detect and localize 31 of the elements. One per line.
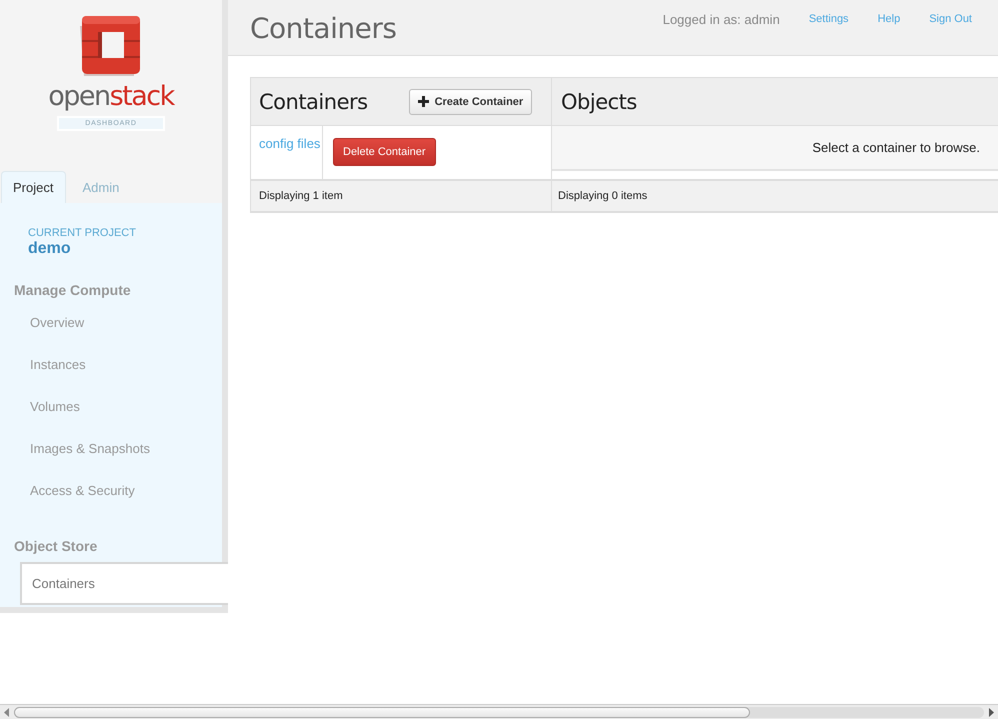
nav-item[interactable]: Instances <box>0 346 86 383</box>
nav-item[interactable]: Images & Snapshots <box>0 430 150 467</box>
table-footer: Displaying 0 items <box>552 181 998 212</box>
sidebar-tab[interactable]: Admin <box>66 171 134 203</box>
table-footer: Displaying 1 item <box>251 181 551 212</box>
openstack-wordmark: openstack <box>48 82 174 112</box>
plus-icon <box>418 96 429 107</box>
header-link[interactable]: Help <box>878 13 900 25</box>
scrollbar-thumb[interactable] <box>14 706 750 718</box>
header-link[interactable]: Settings <box>808 13 849 25</box>
sidebar-tab[interactable]: Project <box>1 171 66 203</box>
nav-item[interactable]: Containers <box>20 562 228 605</box>
container-link[interactable]: config files <box>251 126 323 179</box>
current-project-label: CURRENT PROJECT <box>28 227 137 239</box>
create-container-button[interactable]: Create Container <box>408 88 532 114</box>
nav-section-title: Manage Compute <box>14 282 132 298</box>
page-title: Containers <box>249 11 396 47</box>
logged-in-user: Logged in as: admin <box>662 12 780 27</box>
nav-section-title: Object Store <box>14 538 98 554</box>
panel-title: Objects <box>561 90 637 114</box>
scroll-left-icon[interactable] <box>3 708 11 716</box>
nav-item[interactable]: Overview <box>0 304 84 341</box>
header-link[interactable]: Sign Out <box>929 13 972 25</box>
horizontal-scrollbar[interactable] <box>0 704 998 719</box>
delete-container-button[interactable]: Delete Container <box>333 138 436 166</box>
panel-title: Containers <box>259 90 368 114</box>
current-project-name: demo <box>28 240 72 258</box>
nav-item[interactable]: Volumes <box>0 388 80 425</box>
nav-item[interactable]: Access & Security <box>0 472 135 509</box>
scroll-right-icon[interactable] <box>987 708 995 716</box>
empty-message: Select a container to browse. <box>552 126 998 171</box>
